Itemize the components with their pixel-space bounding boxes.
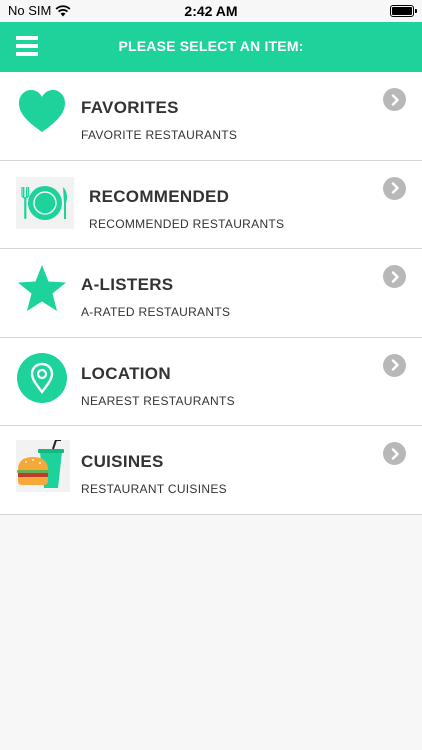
item-subtitle: FAVORITE RESTAURANTS [81, 128, 238, 142]
item-subtitle: NEAREST RESTAURANTS [81, 393, 235, 408]
item-subtitle: RECOMMENDED RESTAURANTS [89, 216, 285, 231]
item-title: RECOMMENDED [89, 186, 230, 206]
list-item-cuisines[interactable]: CUISINES RESTAURANT CUISINES [0, 426, 422, 515]
status-time: 2:42 AM [184, 3, 238, 19]
star-icon [18, 265, 66, 311]
status-bar: No SIM 2:42 AM [0, 0, 422, 22]
item-subtitle: A-RATED RESTAURANTS [81, 305, 231, 319]
list-item-location[interactable]: LOCATION NEAREST RESTAURANTS [0, 337, 422, 426]
plate-cutlery-icon [16, 176, 74, 229]
nav-bar: PLEASE SELECT AN ITEM: [0, 22, 422, 72]
chevron-right-icon[interactable] [383, 265, 406, 288]
list-item-favorites[interactable]: FAVORITES FAVORITE RESTAURANTS [0, 72, 422, 161]
battery-icon [390, 5, 417, 17]
location-pin-icon [17, 352, 67, 403]
item-title: A-LISTERS [81, 275, 174, 294]
category-list: FAVORITES FAVORITE RESTAURANTS RECOMMEND… [0, 72, 422, 515]
item-title: LOCATION [81, 363, 171, 383]
heart-icon [19, 90, 65, 132]
item-subtitle: RESTAURANT CUISINES [81, 482, 227, 496]
chevron-right-icon[interactable] [383, 442, 406, 465]
item-title: CUISINES [81, 452, 164, 471]
burger-drink-icon [16, 440, 70, 492]
list-item-recommended[interactable]: RECOMMENDED RECOMMENDED RESTAURANTS [0, 160, 422, 249]
chevron-right-icon[interactable] [383, 88, 406, 111]
chevron-right-icon[interactable] [383, 176, 406, 200]
page-title: PLEASE SELECT AN ITEM: [118, 38, 304, 54]
item-title: FAVORITES [81, 98, 179, 117]
list-item-a-listers[interactable]: A-LISTERS A-RATED RESTAURANTS [0, 249, 422, 338]
chevron-right-icon[interactable] [383, 353, 406, 377]
